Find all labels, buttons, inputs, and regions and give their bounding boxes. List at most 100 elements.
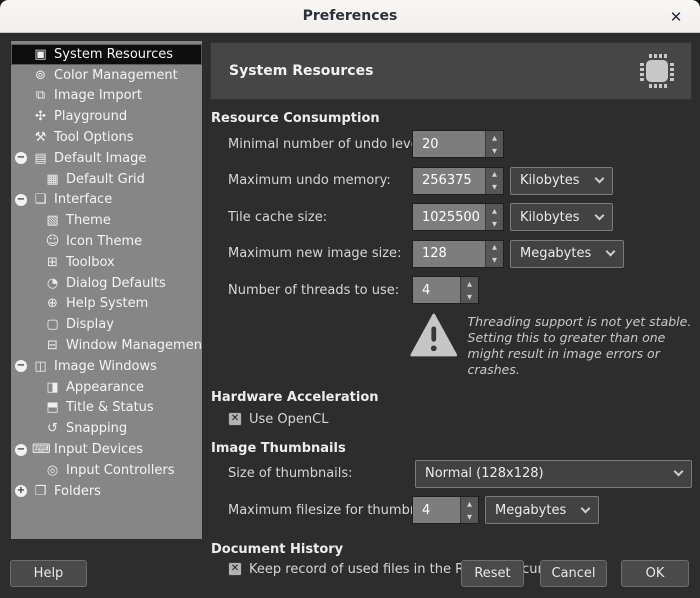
sidebar-item-label: Help System: [66, 296, 148, 311]
spin-up-icon[interactable]: ▲: [486, 241, 503, 254]
tile-cache-label: Tile cache size:: [228, 210, 327, 225]
new-image-size-label: Maximum new image size:: [228, 246, 401, 261]
ok-button[interactable]: OK: [621, 560, 689, 587]
collapse-icon[interactable]: −: [15, 194, 27, 206]
sidebar-item-input-controllers[interactable]: ◎Input Controllers: [11, 460, 202, 481]
checked-checkbox-icon[interactable]: ✕: [228, 412, 242, 426]
input-devices-icon: ⌨: [32, 442, 49, 457]
section-resource-consumption: Resource Consumption: [211, 111, 692, 126]
toolbox-icon: ⊞: [44, 255, 61, 270]
window-title: Preferences: [303, 8, 398, 24]
sidebar-item-system-resources[interactable]: ▣System Resources: [11, 44, 202, 65]
chevron-down-icon: [581, 503, 591, 513]
spin-down-icon[interactable]: ▼: [486, 217, 503, 230]
new-image-size-spinner[interactable]: 128▲▼: [412, 240, 504, 268]
chip-icon: [637, 51, 677, 91]
sidebar-item-label: Display: [66, 317, 114, 332]
sidebar-item-image-windows[interactable]: −◫Image Windows: [11, 356, 202, 377]
tile-cache-unit-dropdown[interactable]: Kilobytes: [510, 203, 613, 231]
undo-levels-value[interactable]: 20: [413, 131, 485, 157]
sidebar-item-image-import[interactable]: ⧉Image Import: [11, 86, 202, 107]
threads-value[interactable]: 4: [413, 277, 460, 303]
sidebar-item-snapping[interactable]: ↺Snapping: [11, 418, 202, 439]
sidebar-item-input-devices[interactable]: −⌨Input Devices: [11, 439, 202, 460]
spin-down-icon[interactable]: ▼: [461, 510, 478, 523]
theme-icon: ▧: [44, 213, 61, 228]
sidebar-item-label: Window Management: [66, 338, 203, 353]
sidebar-item-display[interactable]: ▢Display: [11, 314, 202, 335]
thumbnail-filesize-spinner[interactable]: 4 ▲ ▼: [412, 496, 479, 524]
sidebar-item-interface[interactable]: −❏Interface: [11, 190, 202, 211]
sidebar-item-label: Tool Options: [54, 130, 134, 145]
sidebar-item-label: Title & Status: [66, 400, 154, 415]
spin-down-icon[interactable]: ▼: [486, 181, 503, 194]
threading-warning: Threading support is not yet stable. Set…: [410, 312, 692, 379]
undo-memory-label: Maximum undo memory:: [228, 173, 391, 188]
main-panel: System Resources Resource Consumption Mi…: [210, 42, 692, 577]
spin-up-icon[interactable]: ▲: [486, 168, 503, 181]
cancel-button[interactable]: Cancel: [540, 560, 607, 587]
sidebar-item-toolbox[interactable]: ⊞ Toolbox: [11, 252, 202, 273]
sidebar-item-color-management[interactable]: ⊚Color Management: [11, 65, 202, 86]
spin-up-icon[interactable]: ▲: [486, 204, 503, 217]
sidebar-item-label: Icon Theme: [66, 234, 142, 249]
new-image-size-unit: Megabytes: [520, 246, 591, 261]
threads-spinner[interactable]: 4▲▼: [412, 276, 479, 304]
reset-button[interactable]: Reset: [461, 560, 524, 587]
undo-memory-unit-dropdown[interactable]: Kilobytes: [510, 167, 613, 195]
grid-icon: ▦: [44, 172, 61, 187]
new-image-size-value[interactable]: 128: [413, 241, 485, 267]
expand-icon[interactable]: +: [15, 485, 27, 497]
titlebar[interactable]: Preferences ✕: [0, 0, 700, 33]
page-title: System Resources: [229, 63, 637, 79]
sidebar-item-dialog-defaults[interactable]: ◔Dialog Defaults: [11, 273, 202, 294]
collapse-icon[interactable]: −: [15, 152, 27, 164]
undo-memory-unit: Kilobytes: [520, 173, 580, 188]
spin-down-icon[interactable]: ▼: [486, 144, 503, 157]
thumbnail-size-dropdown[interactable]: Normal (128x128): [415, 460, 692, 488]
spin-up-icon[interactable]: ▲: [486, 131, 503, 144]
sidebar-item-default-image[interactable]: −▤Default Image: [11, 148, 202, 169]
dialog-footer: Help Reset Cancel OK: [0, 560, 700, 587]
undo-levels-spinner[interactable]: 20▲▼: [412, 130, 504, 158]
dialog-defaults-icon: ◔: [44, 276, 61, 291]
spin-down-icon[interactable]: ▼: [461, 290, 478, 303]
sidebar-item-playground[interactable]: ✣Playground: [11, 106, 202, 127]
undo-memory-spinner[interactable]: 256375▲▼: [412, 167, 504, 195]
warning-icon: [410, 312, 458, 358]
collapse-icon[interactable]: −: [15, 360, 27, 372]
sidebar-item-default-grid[interactable]: ▦Default Grid: [11, 169, 202, 190]
tile-cache-unit: Kilobytes: [520, 210, 580, 225]
sidebar-item-theme[interactable]: ▧Theme: [11, 210, 202, 231]
tile-cache-value[interactable]: 1025500: [413, 204, 485, 230]
collapse-icon[interactable]: −: [15, 444, 27, 456]
page-header: System Resources: [210, 42, 692, 100]
tile-cache-spinner[interactable]: 1025500▲▼: [412, 203, 504, 231]
resource-consumption-rows: Minimal number of undo levels:20▲▼Maximu…: [210, 126, 692, 309]
sidebar-item-window-management[interactable]: ⊟ Window Management: [11, 335, 202, 356]
sidebar-item-help-system[interactable]: ⊕Help System: [11, 294, 202, 315]
window-management-icon: ⊟: [44, 338, 61, 353]
sidebar-item-label: Playground: [54, 109, 127, 124]
sidebar-item-label: Interface: [54, 192, 112, 207]
thumbnail-filesize-value[interactable]: 4: [413, 497, 460, 523]
close-icon[interactable]: ✕: [664, 5, 688, 29]
snapping-icon: ↺: [44, 421, 61, 436]
thumbnail-filesize-unit-dropdown[interactable]: Megabytes: [485, 496, 599, 524]
new-image-size-unit-dropdown[interactable]: Megabytes: [510, 240, 624, 268]
sidebar-item-folders[interactable]: +❐Folders: [11, 481, 202, 502]
use-opencl-checkbox-row[interactable]: ✕ Use OpenCL: [228, 412, 692, 427]
sidebar-item-tool-options[interactable]: ⚒Tool Options: [11, 127, 202, 148]
help-button[interactable]: Help: [10, 560, 87, 587]
sidebar-item-appearance[interactable]: ◨Appearance: [11, 377, 202, 398]
spin-up-icon[interactable]: ▲: [461, 497, 478, 510]
sidebar-item-label: Image Windows: [54, 359, 157, 374]
spin-down-icon[interactable]: ▼: [486, 254, 503, 267]
sidebar-item-label: Toolbox: [66, 255, 115, 270]
icon-theme-icon: ☺: [44, 234, 61, 249]
undo-memory-value[interactable]: 256375: [413, 168, 485, 194]
sidebar-item-icon-theme[interactable]: ☺ Icon Theme: [11, 231, 202, 252]
sidebar-item-title-status[interactable]: ⬒Title & Status: [11, 398, 202, 419]
spin-up-icon[interactable]: ▲: [461, 277, 478, 290]
chevron-down-icon: [594, 174, 604, 184]
